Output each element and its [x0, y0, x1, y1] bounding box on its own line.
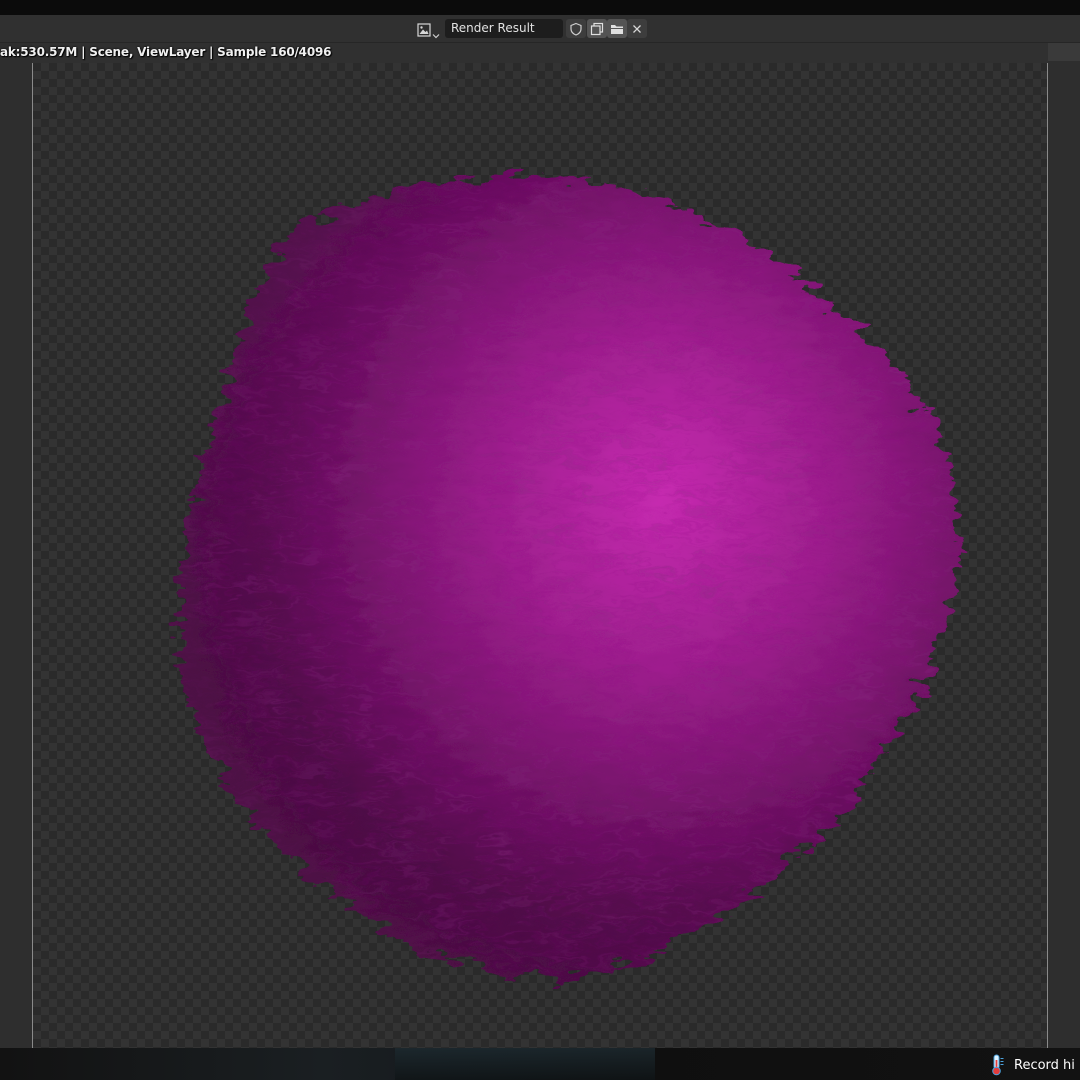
viewport-right-margin — [1048, 43, 1080, 1048]
duplicate-icon — [590, 22, 604, 36]
viewport-left-margin — [0, 43, 32, 1048]
image-icon — [416, 22, 431, 37]
image-viewport[interactable]: ak:530.57M | Scene, ViewLayer | Sample 1… — [0, 43, 1080, 1048]
close-icon — [631, 23, 643, 35]
new-image-button[interactable] — [587, 19, 607, 38]
chevron-down-icon — [432, 25, 440, 39]
thermometer-icon — [988, 1054, 1006, 1076]
fur-ball-render — [178, 176, 958, 978]
render-canvas[interactable] — [32, 63, 1048, 1048]
image-editor-header: Render Result — [0, 15, 1080, 43]
render-stats-text: ak:530.57M | Scene, ViewLayer | Sample 1… — [0, 45, 332, 59]
sidebar-toggle-strip[interactable] — [1048, 43, 1080, 61]
fake-user-button[interactable] — [566, 19, 586, 38]
blender-image-editor-window: Render Result ak:530.57M | Scene, ViewLa… — [0, 0, 1080, 1080]
taskbar-window-thumbnail[interactable] — [395, 1048, 655, 1080]
tray-record-label: Record hi — [1014, 1057, 1075, 1073]
folder-icon — [610, 22, 624, 36]
os-taskbar — [0, 1048, 1080, 1080]
title-strip — [0, 0, 1080, 15]
unlink-image-button[interactable] — [627, 19, 647, 38]
image-name-field[interactable]: Render Result — [445, 19, 563, 38]
tray-record-item[interactable]: Record hi — [988, 1054, 1075, 1076]
open-image-button[interactable] — [607, 19, 627, 38]
image-browse-button[interactable] — [414, 20, 442, 39]
shield-icon — [569, 22, 583, 36]
